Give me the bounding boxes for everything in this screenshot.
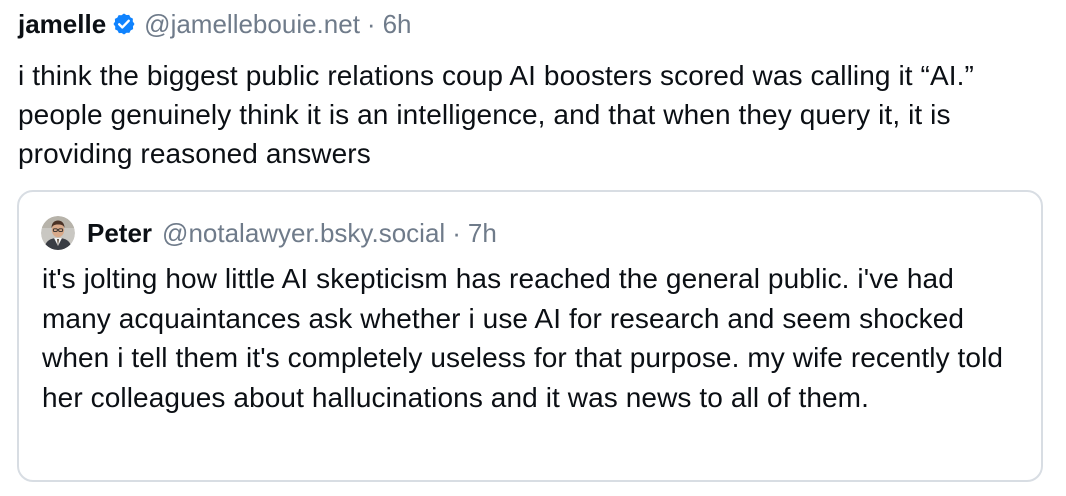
post: jamelle @jamellebouie.net · 6h i think t…	[18, 6, 1048, 173]
quote-author-handle[interactable]: @notalawyer.bsky.social	[162, 218, 445, 249]
quote-time[interactable]: 7h	[468, 218, 497, 249]
quote-post-card[interactable]: Peter @notalawyer.bsky.social · 7h it's …	[17, 190, 1043, 482]
avatar[interactable]	[41, 216, 75, 250]
verified-checkmark-icon	[113, 13, 135, 35]
post-text: i think the biggest public relations cou…	[18, 60, 974, 169]
quote-text: it's jolting how little AI skepticism ha…	[42, 263, 1004, 413]
author-handle[interactable]: @jamellebouie.net	[144, 6, 360, 42]
quote-separator-dot: ·	[452, 217, 461, 248]
post-header: jamelle @jamellebouie.net · 6h	[18, 6, 1048, 42]
quote-author-name[interactable]: Peter	[87, 218, 152, 249]
author-name[interactable]: jamelle	[18, 6, 106, 42]
post-time[interactable]: 6h	[383, 6, 412, 42]
quote-header: Peter @notalawyer.bsky.social · 7h	[41, 214, 497, 252]
separator-dot: ·	[366, 9, 376, 39]
